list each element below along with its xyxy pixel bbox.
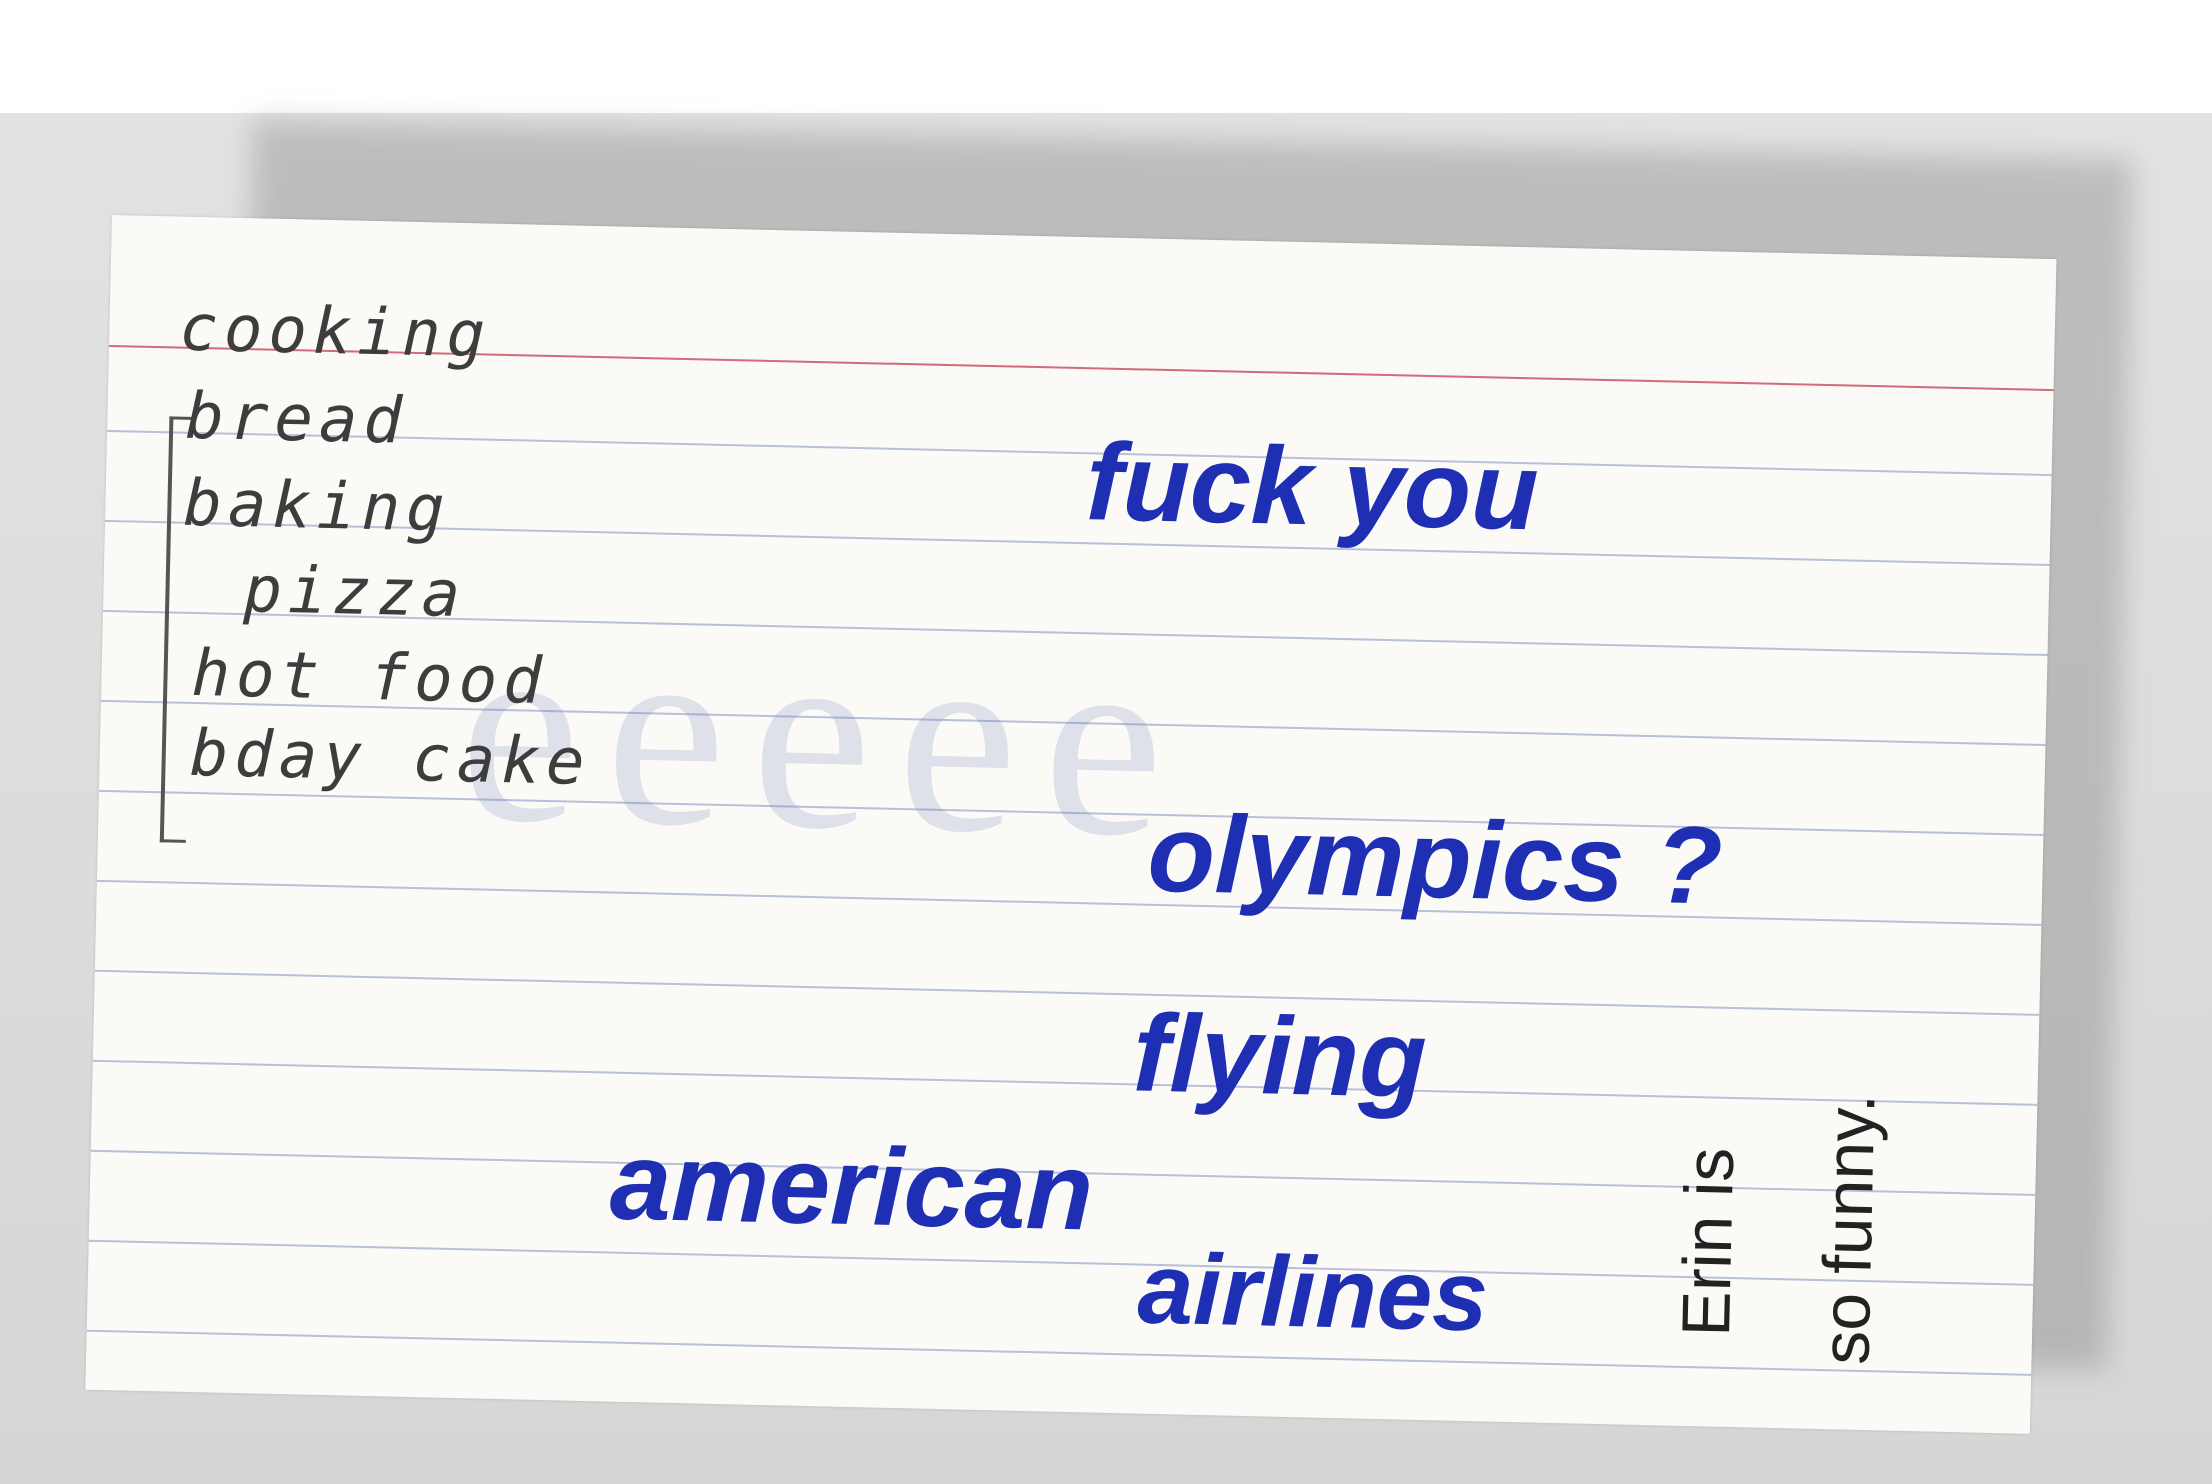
ink-phrase-2: olympics ? (1146, 791, 1724, 928)
side-note-line-2: so funny. (1807, 1092, 1890, 1366)
pencil-item-bread: bread (184, 379, 409, 459)
side-note-line-1: Erin is (1667, 1146, 1749, 1338)
rule-line (92, 1059, 2038, 1106)
rule-line (94, 969, 2040, 1016)
ink-phrase-3: flying (1131, 991, 1428, 1122)
pencil-item-baking: baking (182, 466, 452, 547)
ink-phrase-5: airlines (1136, 1232, 1490, 1353)
ink-phrase-4: american (608, 1119, 1095, 1254)
index-card: eeeee cooking bread baking pizza hot foo… (85, 215, 2057, 1434)
pencil-item-hot-food: hot food (190, 636, 549, 719)
pencil-item-pizza: pizza (242, 553, 467, 633)
pencil-item-cooking: cooking (178, 291, 492, 373)
pencil-item-bday-cake: bday cake (188, 716, 592, 800)
ink-phrase-1: fuck you (1084, 420, 1540, 554)
